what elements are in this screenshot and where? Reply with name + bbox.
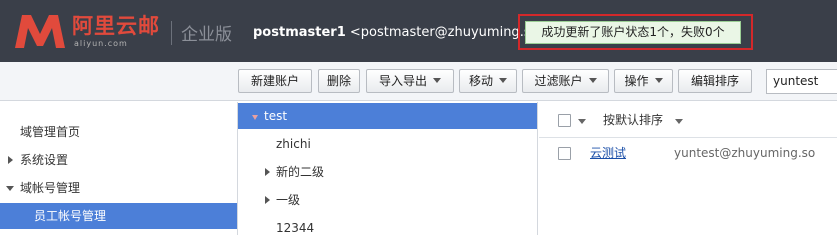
sidebar: 域管理首页 系统设置 域帐号管理 员工帐号管理	[0, 102, 238, 235]
list-header: 按默认排序	[539, 102, 837, 138]
tree-node-new-level2[interactable]: 新的二级	[238, 159, 537, 185]
sidebar-item-label: 系统设置	[20, 153, 69, 167]
aliyun-m-logo-icon	[15, 15, 65, 48]
toolbar: 新建账户 删除 导入导出 移动 过滤账户 操作 编辑排序 yuntest	[0, 62, 837, 101]
current-user: postmaster1 <postmaster@zhuyuming.so>	[253, 24, 549, 42]
edit-sort-label: 编辑排序	[690, 74, 739, 88]
chevron-down-icon	[499, 78, 507, 83]
status-notice: 成功更新了账户状态1个，失败0个	[525, 21, 741, 44]
sidebar-item-label: 域帐号管理	[20, 181, 81, 195]
chevron-down-icon	[433, 78, 441, 83]
sidebar-item-domain-home[interactable]: 域管理首页	[0, 119, 237, 145]
row-checkbox[interactable]	[558, 147, 571, 160]
tree-node-label: test	[264, 109, 288, 123]
import-export-label: 导入导出	[378, 74, 427, 88]
tree-node-label: zhichi	[276, 137, 311, 151]
username: postmaster1	[253, 25, 346, 40]
tree-node-label: 新的二级	[276, 165, 325, 179]
move-label: 移动	[468, 74, 493, 88]
edition-label: 企业版	[181, 25, 232, 45]
table-row: 云测试 yuntest@zhuyuming.so	[539, 139, 837, 167]
expand-arrow-icon	[8, 156, 13, 164]
collapse-arrow-icon	[6, 186, 14, 191]
sidebar-item-label: 员工帐号管理	[34, 209, 107, 223]
collapse-arrow-icon	[252, 115, 258, 120]
tree-node-12344[interactable]: 12344	[238, 215, 537, 240]
expand-arrow-icon	[265, 168, 270, 176]
delete-label: 删除	[326, 74, 351, 88]
account-email: yuntest@zhuyuming.so	[674, 146, 816, 160]
logo-domain: aliyun.com	[74, 39, 128, 48]
sort-label: 按默认排序	[603, 113, 664, 127]
top-header: 阿里云邮 aliyun.com 企业版 postmaster1 <postmas…	[0, 0, 837, 62]
tree-node-label: 一级	[276, 193, 301, 207]
logo[interactable]: 阿里云邮 aliyun.com	[10, 10, 170, 52]
tree-node-level1[interactable]: 一级	[238, 187, 537, 213]
move-dropdown[interactable]: 移动	[459, 69, 517, 93]
filter-label: 过滤账户	[534, 74, 583, 88]
account-name-link[interactable]: 云测试	[590, 145, 626, 161]
sidebar-item-employee-accounts[interactable]: 员工帐号管理	[0, 203, 237, 229]
filter-accounts-dropdown[interactable]: 过滤账户	[522, 69, 609, 93]
select-menu-caret-icon[interactable]	[578, 119, 586, 124]
new-account-label: 新建账户	[250, 74, 299, 88]
select-all-checkbox[interactable]	[558, 114, 571, 127]
sidebar-item-system-settings[interactable]: 系统设置	[0, 147, 237, 173]
sort-dropdown[interactable]: 按默认排序	[603, 112, 663, 128]
delete-button[interactable]: 删除	[318, 69, 360, 93]
chevron-down-icon	[654, 78, 663, 83]
operate-label: 操作	[624, 74, 649, 88]
account-list: 按默认排序 云测试 yuntest@zhuyuming.so	[539, 102, 837, 235]
chevron-down-icon[interactable]	[675, 119, 683, 124]
sidebar-item-domain-accounts[interactable]: 域帐号管理	[0, 175, 237, 201]
chevron-down-icon	[588, 78, 597, 83]
expand-arrow-icon	[265, 196, 270, 204]
operate-dropdown[interactable]: 操作	[614, 69, 673, 93]
import-export-dropdown[interactable]: 导入导出	[366, 69, 454, 93]
logo-text: 阿里云邮	[72, 14, 160, 38]
tree-node-test[interactable]: test	[238, 103, 537, 129]
search-input[interactable]: yuntest	[766, 69, 837, 94]
sidebar-item-label: 域管理首页	[20, 125, 81, 139]
edit-sort-button[interactable]: 编辑排序	[678, 69, 752, 93]
department-tree: test zhichi 新的二级 一级 12344	[238, 102, 538, 235]
header-divider	[171, 21, 172, 45]
new-account-button[interactable]: 新建账户	[238, 69, 312, 93]
tree-node-zhichi[interactable]: zhichi	[238, 131, 537, 157]
tree-node-label: 12344	[276, 221, 315, 235]
